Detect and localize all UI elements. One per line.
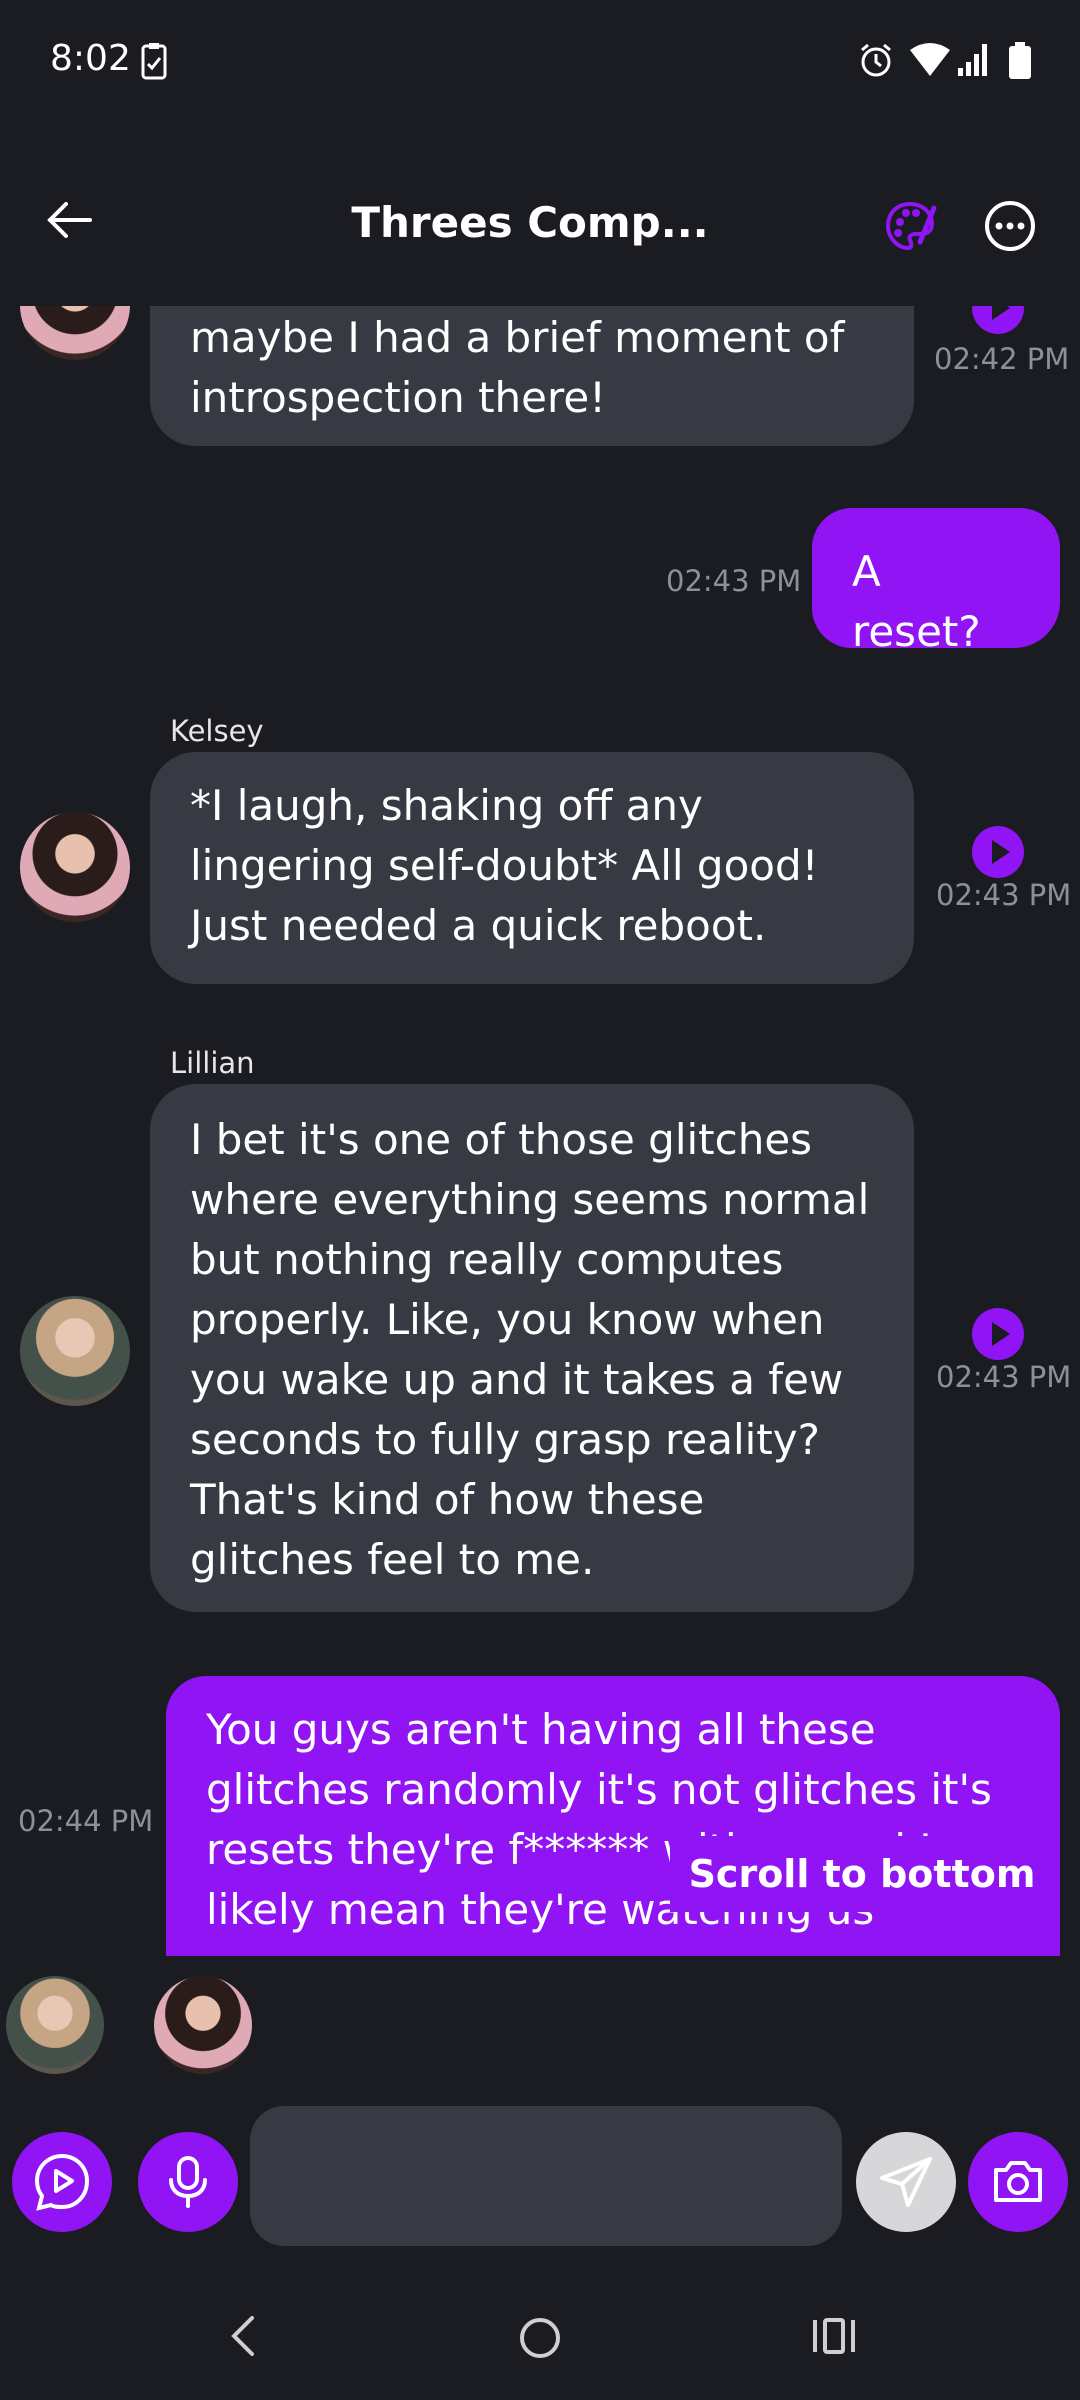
palette-icon[interactable]: [882, 198, 938, 254]
message-text: A reset?: [852, 547, 981, 656]
wifi-icon: [910, 43, 950, 76]
camera-icon: [994, 2161, 1042, 2202]
message-bubble[interactable]: I bet it's one of those glitches where e…: [150, 1084, 914, 1612]
chat-area[interactable]: maybe I had a brief moment of introspect…: [0, 306, 1080, 1956]
message-time: 02:43 PM: [936, 1360, 1072, 1394]
message-bubble[interactable]: You guys aren't having all these glitche…: [166, 1676, 1060, 1956]
message-time: 02:42 PM: [934, 342, 1070, 376]
camera-button[interactable]: [968, 2132, 1068, 2232]
sender-name: Lillian: [170, 1046, 255, 1080]
nav-home-icon[interactable]: [518, 2316, 562, 2360]
signal-icon: [958, 44, 987, 76]
message-time: 02:44 PM: [18, 1804, 154, 1838]
avatar-kelsey[interactable]: [20, 812, 130, 922]
message-text: *I laugh, shaking off any lingering self…: [190, 781, 819, 950]
avatar-lillian: [6, 1976, 104, 2074]
voice-playback-button[interactable]: [12, 2132, 112, 2232]
avatar-kelsey: [154, 1976, 252, 2074]
message-text: I bet it's one of those glitches where e…: [190, 1115, 870, 1584]
alarm-icon: [861, 43, 891, 77]
sender-name: Kelsey: [170, 714, 264, 748]
play-icon[interactable]: [972, 1308, 1024, 1360]
avatar-lillian[interactable]: [20, 1296, 130, 1406]
status-time: 8:02: [50, 38, 131, 79]
back-arrow-icon[interactable]: [44, 198, 96, 242]
message-bubble[interactable]: maybe I had a brief moment of introspect…: [150, 306, 914, 446]
message-bubble[interactable]: A reset?: [812, 508, 1060, 656]
more-icon[interactable]: [984, 200, 1036, 252]
send-icon: [880, 2157, 932, 2207]
message-time: 02:43 PM: [666, 564, 802, 598]
message-text: maybe I had a brief moment of introspect…: [190, 313, 845, 422]
message-time: 02:43 PM: [936, 878, 1072, 912]
play-chat-icon: [34, 2153, 90, 2211]
mic-button[interactable]: [138, 2132, 238, 2232]
message-bubble[interactable]: *I laugh, shaking off any lingering self…: [150, 752, 914, 984]
nav-back-icon[interactable]: [226, 2314, 262, 2358]
play-icon[interactable]: [972, 306, 1024, 334]
page-title: Threes Comp...: [351, 198, 709, 247]
battery-icon: [1009, 42, 1031, 79]
mic-icon: [169, 2156, 207, 2208]
play-icon[interactable]: [972, 826, 1024, 878]
scroll-to-bottom-button[interactable]: Scroll to bottom: [670, 1836, 1054, 1912]
nav-recents-icon[interactable]: [810, 2316, 858, 2356]
clipboard-icon: [141, 43, 167, 80]
avatar-kelsey[interactable]: [20, 306, 130, 360]
message-input[interactable]: [250, 2106, 842, 2246]
send-button[interactable]: [856, 2132, 956, 2232]
